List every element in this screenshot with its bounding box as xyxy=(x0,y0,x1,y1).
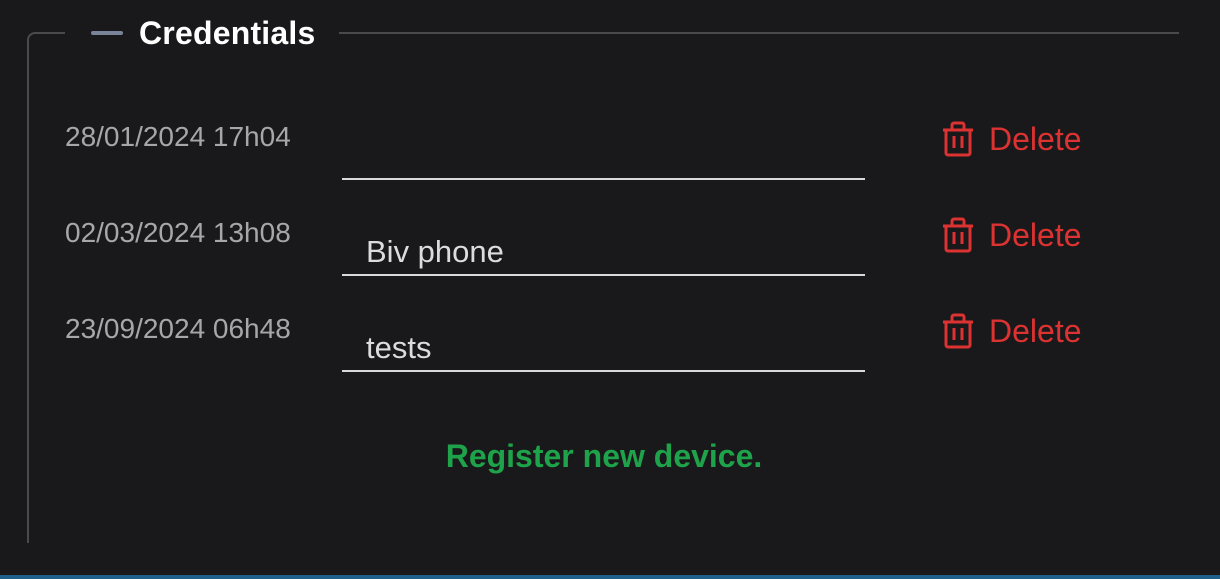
credential-name-input[interactable] xyxy=(342,218,865,276)
delete-label: Delete xyxy=(989,120,1082,157)
credential-date: 02/03/2024 13h08 xyxy=(65,217,291,248)
delete-button[interactable]: Delete xyxy=(941,212,1082,258)
trash-icon xyxy=(943,313,973,349)
section-title: Credentials xyxy=(139,14,316,51)
delete-button[interactable]: Delete xyxy=(941,116,1082,162)
trash-icon xyxy=(943,217,973,253)
credentials-page: Credentials 28/01/2024 17h04 Delete 02/0… xyxy=(0,0,1220,579)
accent-bar xyxy=(0,575,1220,579)
delete-label: Delete xyxy=(989,216,1082,253)
section-legend: Credentials xyxy=(91,12,315,54)
fieldset-border-top xyxy=(339,32,1179,34)
credential-name-input[interactable] xyxy=(342,122,865,180)
trash-icon xyxy=(943,121,973,157)
delete-button[interactable]: Delete xyxy=(941,308,1082,354)
minus-icon[interactable] xyxy=(91,31,123,35)
credential-date: 28/01/2024 17h04 xyxy=(65,121,291,152)
credential-name-input[interactable] xyxy=(342,314,865,372)
credential-date: 23/09/2024 06h48 xyxy=(65,313,291,344)
fieldset-border-top xyxy=(38,32,65,34)
register-device-link[interactable]: Register new device. xyxy=(0,438,1208,475)
delete-label: Delete xyxy=(989,312,1082,349)
